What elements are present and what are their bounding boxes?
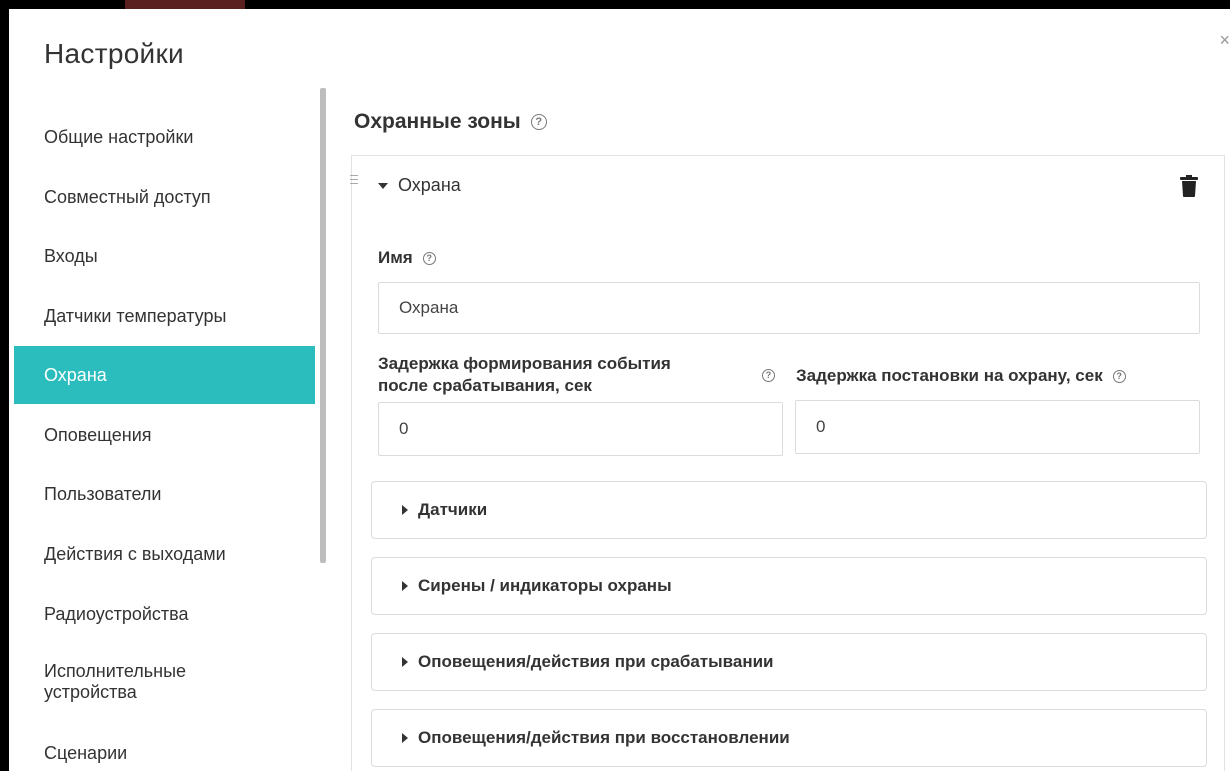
section-label: Оповещения/действия при восстановлении xyxy=(418,728,790,747)
name-input[interactable]: Охрана xyxy=(378,282,1200,334)
section-sirens[interactable]: Сирены / индикаторы охраны xyxy=(371,557,1207,615)
sidebar-item-label: Действия с выходами xyxy=(44,543,226,564)
settings-dialog: × Настройки Общие настройки Совместный д… xyxy=(0,0,1230,771)
sidebar-item-label: Исполнительные устройства xyxy=(44,661,186,703)
section-sensors[interactable]: Датчики xyxy=(371,481,1207,539)
delay-event-label-line1: Задержка формирования события xyxy=(378,354,671,373)
name-label-text: Имя xyxy=(378,248,413,267)
sidebar-item-label: Охрана xyxy=(44,364,107,385)
caret-right-icon xyxy=(402,657,408,667)
sidebar-item-general[interactable]: Общие настройки xyxy=(14,108,315,166)
window-top-border xyxy=(0,0,1230,9)
caret-down-icon xyxy=(378,182,388,189)
sidebar-item-sharing[interactable]: Совместный доступ xyxy=(14,168,315,226)
dialog-title: Настройки xyxy=(44,38,184,69)
top-border-accent xyxy=(125,0,245,9)
caret-right-icon xyxy=(402,733,408,743)
page-title-text: Охранные зоны xyxy=(354,110,521,133)
close-icon[interactable]: × xyxy=(1219,30,1230,51)
delay-arm-label: Задержка постановки на охрану, сек ? xyxy=(796,366,1126,386)
sidebar-item-security[interactable]: Охрана xyxy=(14,346,315,404)
sidebar: Общие настройки Совместный доступ Входы … xyxy=(14,88,315,771)
sidebar-item-users[interactable]: Пользователи xyxy=(14,465,315,523)
sidebar-item-label: Оповещения xyxy=(44,424,152,445)
section-label: Датчики xyxy=(418,500,488,519)
drag-handle-icon[interactable] xyxy=(350,174,358,186)
sidebar-item-actuators[interactable]: Исполнительные устройства xyxy=(14,653,315,711)
delay-event-label: Задержка формирования события после сраб… xyxy=(378,353,671,397)
section-label: Сирены / индикаторы охраны xyxy=(418,576,672,595)
sidebar-item-label: Совместный доступ xyxy=(44,186,211,207)
sidebar-item-label: Сценарии xyxy=(44,742,128,763)
sidebar-item-radio-devices[interactable]: Радиоустройства xyxy=(14,585,315,643)
delay-arm-label-text: Задержка постановки на охрану, сек xyxy=(796,366,1103,385)
sidebar-item-output-actions[interactable]: Действия с выходами xyxy=(14,525,315,583)
help-icon[interactable]: ? xyxy=(530,114,547,130)
sidebar-item-scenarios[interactable]: Сценарии xyxy=(14,724,315,782)
help-icon[interactable]: ? xyxy=(1112,369,1126,383)
section-restore-actions[interactable]: Оповещения/действия при восстановлении xyxy=(371,709,1207,767)
page-title: Охранные зоны ? xyxy=(354,110,547,134)
sidebar-item-label-line1: Исполнительные xyxy=(44,661,187,681)
caret-right-icon xyxy=(402,581,408,591)
sidebar-item-label: Входы xyxy=(44,245,98,266)
name-label: Имя ? xyxy=(378,248,436,268)
sidebar-item-label: Пользователи xyxy=(44,483,162,504)
zone-header[interactable]: Охрана xyxy=(378,175,461,196)
delay-event-input[interactable]: 0 xyxy=(378,402,783,456)
delay-event-label-line2: после срабатывания, сек xyxy=(378,376,592,395)
help-icon[interactable]: ? xyxy=(762,369,775,382)
zone-name: Охрана xyxy=(398,175,461,195)
section-label: Оповещения/действия при срабатывании xyxy=(418,652,774,671)
sidebar-item-label: Датчики температуры xyxy=(44,305,227,326)
delay-arm-input[interactable]: 0 xyxy=(795,400,1200,454)
sidebar-item-inputs[interactable]: Входы xyxy=(14,227,315,285)
section-alarm-actions[interactable]: Оповещения/действия при срабатывании xyxy=(371,633,1207,691)
caret-right-icon xyxy=(402,505,408,515)
sidebar-item-label-line2: устройства xyxy=(44,682,137,702)
sidebar-item-temp-sensors[interactable]: Датчики температуры xyxy=(14,287,315,345)
sidebar-scrollbar[interactable] xyxy=(320,88,326,563)
sidebar-item-label: Радиоустройства xyxy=(44,603,189,624)
trash-icon[interactable] xyxy=(1180,175,1198,197)
help-icon[interactable]: ? xyxy=(422,251,436,265)
sidebar-item-notifications[interactable]: Оповещения xyxy=(14,406,315,464)
sidebar-item-label: Общие настройки xyxy=(44,126,194,147)
window-left-border xyxy=(0,0,9,771)
